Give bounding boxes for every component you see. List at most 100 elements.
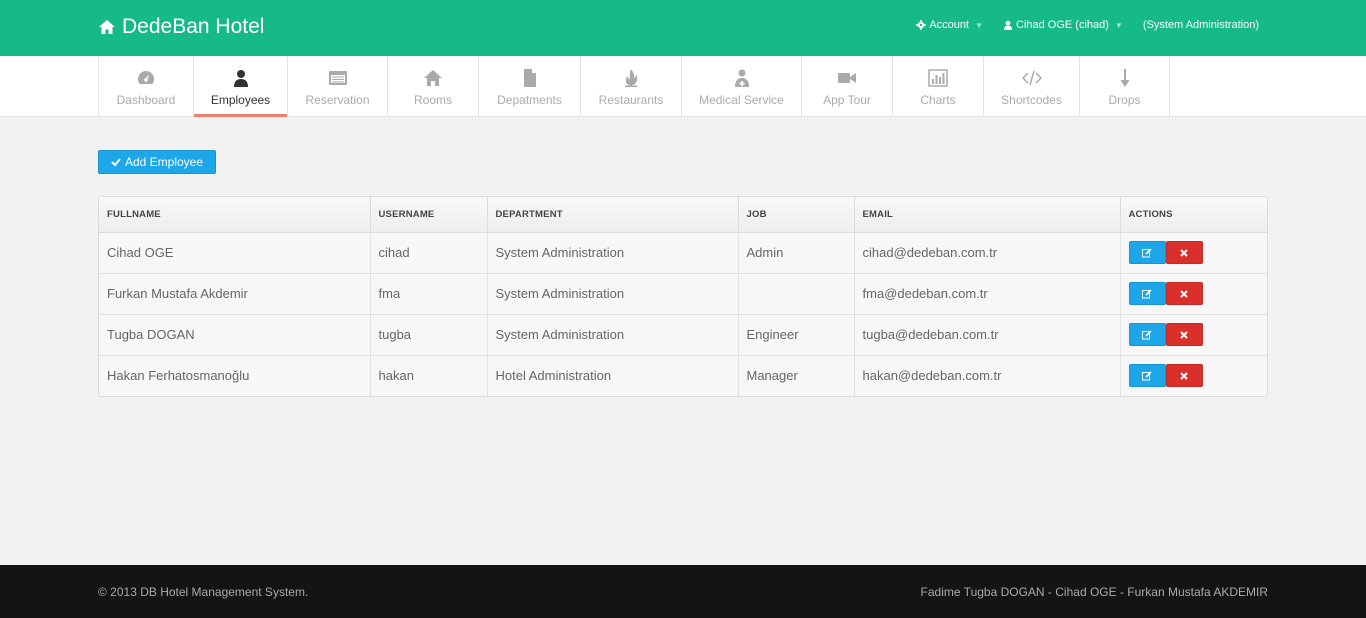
edit-button[interactable] [1128, 323, 1166, 346]
close-icon [1180, 372, 1188, 380]
cell-email: fma@dedeban.com.tr [854, 273, 1121, 315]
edit-icon [1142, 329, 1152, 339]
cell-fullname: Furkan Mustafa Akdemir [99, 273, 371, 315]
tab-label: Charts [920, 93, 956, 107]
tab-charts[interactable]: Charts [892, 56, 983, 117]
role-label: (System Administration) [1143, 19, 1259, 31]
column-header-job: JOB [738, 197, 855, 233]
calendar-icon [328, 68, 348, 88]
arrow-down-icon [1115, 68, 1135, 88]
tab-departments[interactable]: Depatments [478, 56, 580, 117]
tab-label: Dashboard [116, 93, 176, 107]
user-icon [231, 68, 251, 88]
delete-button[interactable] [1165, 323, 1203, 346]
column-header-username: USERNAME [370, 197, 488, 233]
tab-label: Depatments [497, 93, 562, 107]
caret-down-icon: ▼ [1114, 20, 1123, 30]
tab-label: Medical Service [699, 93, 784, 107]
video-icon [837, 68, 857, 88]
tab-label: Restaurants [598, 93, 664, 107]
tab-medical-service[interactable]: Medical Service [681, 56, 801, 117]
column-header-actions: ACTIONS [1120, 197, 1267, 233]
employees-table: FULLNAME USERNAME DEPARTMENT JOB EMAIL A… [98, 196, 1268, 397]
tab-label: Shortcodes [1001, 93, 1062, 107]
cell-email: hakan@dedeban.com.tr [854, 355, 1121, 396]
cell-department: System Administration [487, 314, 739, 356]
add-employee-label: Add Employee [124, 155, 204, 169]
tab-label: Rooms [413, 93, 452, 107]
cell-actions [1120, 314, 1267, 356]
cell-job: Manager [738, 355, 855, 396]
chart-icon [928, 68, 948, 88]
cell-username: cihad [370, 232, 488, 274]
top-nav: Account ▼ Cihad OGE (cihad) ▼ (System Ad… [916, 19, 1259, 31]
tab-dashboard[interactable]: Dashboard [98, 56, 193, 117]
cell-job: Engineer [738, 314, 855, 356]
home-icon [423, 68, 443, 88]
check-icon [111, 158, 121, 167]
home-icon [99, 20, 115, 34]
user-icon [1003, 20, 1012, 30]
footer-authors: Fadime Tugba DOGAN - Cihad OGE - Furkan … [920, 585, 1268, 599]
cell-actions [1120, 355, 1267, 396]
tab-label: Reservation [305, 93, 370, 107]
fire-icon [621, 68, 641, 88]
close-icon [1180, 289, 1188, 298]
cell-department: System Administration [487, 273, 739, 315]
column-header-fullname: FULLNAME [99, 197, 371, 233]
cell-email: cihad@dedeban.com.tr [854, 232, 1121, 274]
column-header-department: DEPARTMENT [487, 197, 739, 233]
cell-email: tugba@dedeban.com.tr [854, 314, 1121, 356]
tab-drops[interactable]: Drops [1079, 56, 1170, 117]
column-header-email: EMAIL [854, 197, 1121, 233]
edit-button[interactable] [1128, 364, 1166, 388]
tab-app-tour[interactable]: App Tour [801, 56, 892, 117]
add-employee-button[interactable]: Add Employee [98, 150, 216, 174]
edit-button[interactable] [1128, 282, 1166, 305]
brand-title: DedeBan Hotel [122, 15, 265, 38]
tab-restaurants[interactable]: Restaurants [580, 56, 681, 117]
cell-fullname: Tugba DOGAN [99, 314, 371, 356]
cell-department: System Administration [487, 232, 739, 274]
delete-button[interactable] [1165, 364, 1203, 388]
top-bar: DedeBan Hotel Account ▼ Cihad OGE (cihad… [0, 0, 1366, 56]
footer: © 2013 DB Hotel Management System. Fadim… [0, 565, 1366, 618]
main-nav: Dashboard Employees Reservation Rooms De… [0, 56, 1366, 117]
table-row: Hakan Ferhatosmanoğlu hakan Hotel Admini… [99, 355, 1267, 396]
dashboard-icon [136, 68, 156, 88]
cell-username: tugba [370, 314, 488, 356]
delete-button[interactable] [1165, 241, 1203, 264]
tab-shortcodes[interactable]: Shortcodes [983, 56, 1079, 117]
cell-fullname: Hakan Ferhatosmanoğlu [99, 355, 371, 396]
cell-job: Admin [738, 232, 855, 274]
tab-bar: Dashboard Employees Reservation Rooms De… [98, 56, 1170, 117]
cell-username: hakan [370, 355, 488, 396]
cell-username: fma [370, 273, 488, 315]
tab-rooms[interactable]: Rooms [387, 56, 478, 117]
cell-job [738, 273, 855, 315]
edit-icon [1142, 371, 1152, 381]
tab-reservation[interactable]: Reservation [287, 56, 387, 117]
account-menu[interactable]: Account ▼ [916, 19, 983, 31]
close-icon [1180, 248, 1188, 257]
table-row: Cihad OGE cihad System Administration Ad… [99, 232, 1267, 274]
user-label: Cihad OGE (cihad) [1015, 19, 1109, 31]
table-header-row: FULLNAME USERNAME DEPARTMENT JOB EMAIL A… [99, 197, 1267, 233]
file-icon [520, 68, 540, 88]
delete-button[interactable] [1165, 282, 1203, 305]
edit-icon [1142, 247, 1152, 257]
close-icon [1180, 330, 1188, 339]
tab-label: App Tour [823, 93, 871, 107]
table-row: Furkan Mustafa Akdemir fma System Admini… [99, 273, 1267, 315]
cell-fullname: Cihad OGE [99, 232, 371, 274]
gear-icon [916, 20, 927, 30]
medic-icon [732, 68, 752, 88]
cell-actions [1120, 273, 1267, 315]
footer-copyright: © 2013 DB Hotel Management System. [98, 585, 309, 599]
tab-label: Drops [1108, 93, 1141, 107]
cell-actions [1120, 232, 1267, 274]
user-menu[interactable]: Cihad OGE (cihad) ▼ [1003, 19, 1123, 31]
tab-employees[interactable]: Employees [193, 56, 287, 117]
edit-button[interactable] [1128, 241, 1166, 264]
brand[interactable]: DedeBan Hotel [98, 15, 264, 39]
